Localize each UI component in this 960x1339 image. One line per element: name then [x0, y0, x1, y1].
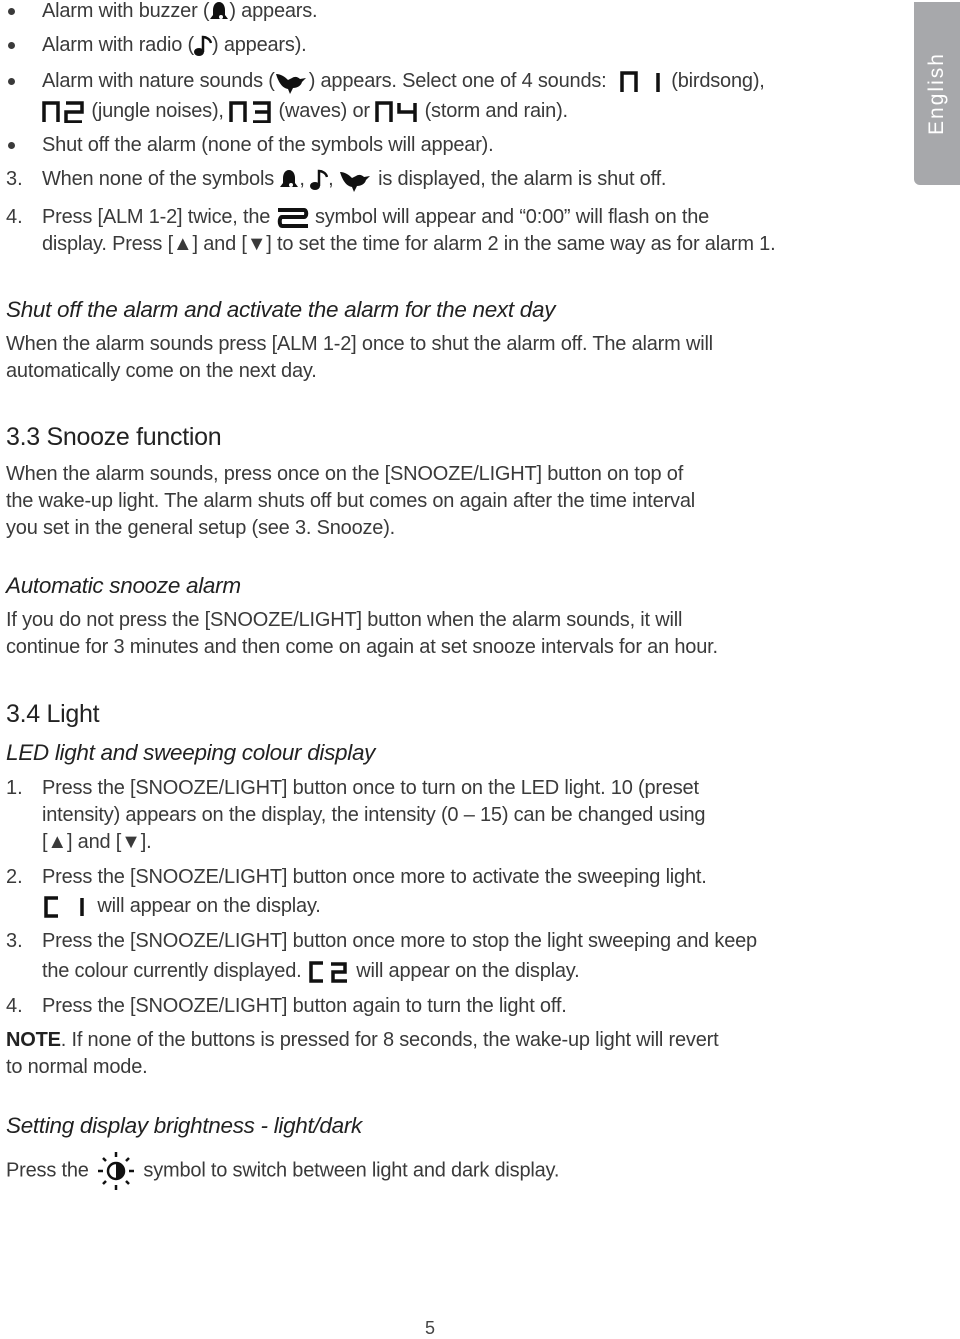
text: [▲] and [▼].	[42, 831, 152, 853]
bullet-dot	[8, 42, 15, 49]
text: Press the [SNOOZE/LIGHT] button again to…	[42, 995, 567, 1017]
sound-jungle-label: (jungle noises),	[91, 100, 224, 122]
seg-code-n4	[375, 100, 417, 122]
paragraph-line: continue for 3 minutes and then come on …	[6, 636, 718, 658]
text: is displayed, the alarm is shut off.	[378, 168, 667, 190]
text: Press the	[6, 1159, 89, 1182]
section-title-snooze: 3.3 Snooze function	[6, 423, 222, 451]
text: intensity) appears on the display, the i…	[42, 804, 706, 826]
seg-code-c2	[309, 960, 347, 983]
sound-waves-label: (waves) or	[278, 100, 371, 122]
text: will appear on the display.	[356, 960, 580, 982]
music-note-icon	[310, 169, 329, 190]
paragraph-line: you set in the general setup (see 3. Sno…	[6, 517, 396, 539]
text: the colour currently displayed.	[42, 960, 302, 982]
text: will appear on the display.	[97, 895, 321, 917]
text: Alarm with buzzer (	[42, 0, 210, 22]
page-number: 5	[424, 1318, 435, 1338]
bullet-dot	[8, 78, 15, 85]
seg-code-n3	[229, 100, 271, 123]
text: Press the [SNOOZE/LIGHT] button once mor…	[42, 866, 707, 888]
text: ) appears. Select one of 4 sounds:	[308, 70, 607, 92]
text: display. Press [▲] and [▼] to set the ti…	[42, 233, 776, 255]
text: Alarm with nature sounds (	[42, 70, 275, 92]
music-note-icon	[194, 35, 212, 56]
section-title-brightness: Setting display brightness - light/dark	[6, 1113, 362, 1138]
step-number: 3.	[6, 930, 23, 952]
language-tab-label: English	[925, 52, 948, 135]
sound-storm-label: (storm and rain).	[424, 100, 569, 122]
text: . If none of the buttons is pressed for …	[60, 1029, 719, 1051]
paragraph-line: If you do not press the [SNOOZE/LIGHT] b…	[6, 609, 683, 631]
text: When none of the symbols	[42, 168, 274, 190]
bird-icon	[275, 73, 306, 94]
note-label: NOTE	[6, 1029, 61, 1051]
text: Shut off the alarm (none of the symbols …	[42, 134, 494, 156]
brightness-icon	[98, 1152, 135, 1190]
bell-icon	[210, 1, 229, 19]
step-number: 1.	[6, 777, 23, 799]
text: symbol will appear and “0:00” will flash…	[314, 206, 710, 228]
text: Press the [SNOOZE/LIGHT] button once mor…	[42, 930, 757, 952]
sound-birdsong-label: (birdsong),	[671, 70, 765, 92]
section-title-light: 3.4 Light	[6, 700, 100, 728]
paragraph-line: automatically come on the next day.	[6, 360, 317, 382]
bird-icon	[339, 171, 370, 192]
section-subtitle-led: LED light and sweeping colour display	[6, 740, 376, 765]
bullet-dot	[8, 142, 15, 149]
section-title-auto-snooze: Automatic snooze alarm	[6, 573, 241, 598]
language-tab: English	[914, 2, 960, 185]
step-number: 2.	[6, 866, 23, 888]
text: to normal mode.	[6, 1056, 148, 1078]
bell-icon	[280, 169, 299, 187]
paragraph-line: When the alarm sounds, press once on the…	[6, 463, 684, 485]
seg-code-n1	[620, 70, 660, 92]
seg-code-n2	[42, 100, 84, 123]
text: Press the [SNOOZE/LIGHT] button once to …	[42, 777, 699, 799]
step-number: 3.	[6, 168, 23, 190]
paragraph-line: the wake-up light. The alarm shuts off b…	[6, 490, 695, 512]
seg-digit-2-icon	[277, 207, 308, 228]
text: Alarm with radio (	[42, 34, 194, 56]
step-number: 4.	[6, 995, 23, 1017]
text: Press [ALM 1-2] twice, the	[42, 206, 271, 228]
seg-code-c1	[44, 895, 84, 918]
bullet-dot	[8, 8, 15, 15]
text: ) appears.	[229, 0, 318, 22]
paragraph-line: When the alarm sounds press [ALM 1-2] on…	[6, 333, 713, 355]
step-number: 4.	[6, 206, 23, 228]
text: ) appears).	[212, 34, 307, 56]
text: symbol to switch between light and dark …	[143, 1159, 560, 1182]
section-title-shutoff: Shut off the alarm and activate the alar…	[6, 297, 556, 322]
